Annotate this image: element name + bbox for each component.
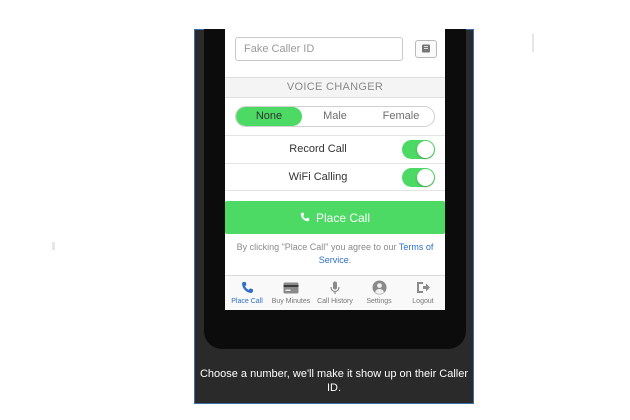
tab-buy-minutes[interactable]: Buy Minutes (269, 276, 313, 310)
app-preview-frame: VOICE CHANGER None Male Female Record Ca… (194, 29, 474, 404)
logout-icon (415, 280, 431, 295)
tab-label: Buy Minutes (271, 298, 311, 305)
contacts-button[interactable] (415, 40, 437, 58)
phone-icon (239, 280, 255, 295)
place-call-button[interactable]: Place Call (225, 201, 445, 234)
address-book-icon (421, 40, 431, 58)
tab-settings[interactable]: Settings (357, 276, 401, 310)
wifi-calling-toggle[interactable] (402, 168, 435, 187)
place-call-label: Place Call (315, 210, 371, 225)
wifi-calling-label: WiFi Calling (288, 171, 348, 183)
voice-changer-selector: None Male Female (235, 106, 435, 127)
record-call-row: Record Call (225, 135, 445, 163)
bottom-tab-bar: Place Call Buy Minutes Call History Sett… (225, 275, 445, 310)
background-speck (52, 242, 55, 250)
caller-id-input[interactable] (235, 37, 403, 61)
credit-card-icon (283, 280, 299, 295)
terms-notice: By clicking "Place Call" you agree to ou… (225, 241, 445, 267)
terms-period: . (348, 255, 352, 265)
tab-place-call[interactable]: Place Call (225, 276, 269, 310)
microphone-icon (327, 280, 343, 295)
background-speck (532, 34, 534, 52)
terms-link[interactable]: Terms of (399, 242, 434, 252)
terms-link-service[interactable]: Service (319, 255, 349, 265)
wifi-calling-row: WiFi Calling (225, 163, 445, 191)
tab-label: Place Call (231, 298, 263, 305)
toggle-knob (417, 169, 434, 186)
toggle-knob (417, 141, 434, 158)
tab-call-history[interactable]: Call History (313, 276, 357, 310)
phone-icon (300, 211, 310, 225)
terms-text: By clicking "Place Call" you agree to ou… (236, 242, 399, 252)
voice-option-female[interactable]: Female (368, 107, 434, 126)
user-circle-icon (371, 280, 387, 295)
record-call-toggle[interactable] (402, 140, 435, 159)
caption-line: ID. (326, 382, 342, 394)
tab-label: Settings (366, 298, 392, 305)
caption-line: Choose a number, we'll make it show up o… (199, 368, 469, 380)
tab-label: Logout (412, 298, 434, 305)
phone-device: VOICE CHANGER None Male Female Record Ca… (204, 29, 466, 349)
voice-option-male[interactable]: Male (302, 107, 368, 126)
app-screen: VOICE CHANGER None Male Female Record Ca… (225, 29, 445, 310)
tab-label: Call History (317, 298, 353, 305)
tab-logout[interactable]: Logout (401, 276, 445, 310)
voice-option-none[interactable]: None (236, 107, 302, 126)
record-call-label: Record Call (289, 143, 347, 155)
voice-changer-header: VOICE CHANGER (225, 77, 445, 98)
feature-caption: Choose a number, we'll make it show up o… (195, 367, 473, 395)
